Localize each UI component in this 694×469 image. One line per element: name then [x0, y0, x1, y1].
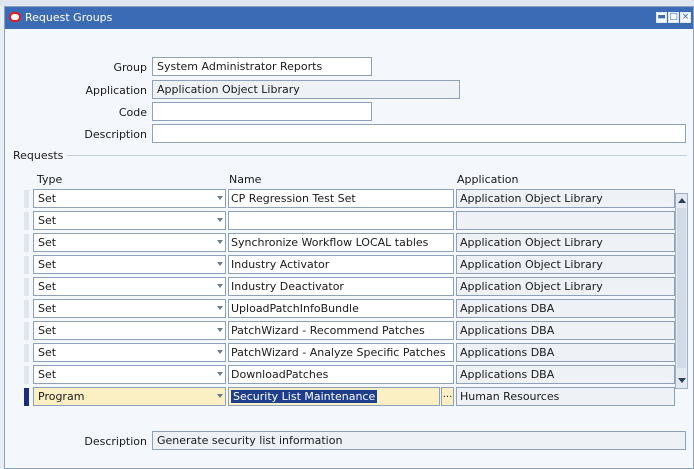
application-cell: Applications DBA — [456, 299, 675, 318]
row-indicator[interactable] — [24, 344, 29, 362]
type-select[interactable]: Set — [33, 365, 226, 384]
type-value: Program — [38, 390, 85, 403]
type-select[interactable]: Set — [33, 321, 226, 340]
application-cell: Application Object Library — [456, 277, 675, 296]
chevron-down-icon[interactable] — [217, 306, 223, 310]
type-select[interactable]: Program — [33, 387, 226, 406]
request-description-field[interactable]: Generate security list information — [152, 431, 686, 450]
close-icon[interactable]: × — [680, 12, 691, 23]
scrollbar-thumb[interactable] — [677, 208, 686, 368]
application-cell: Applications DBA — [456, 343, 675, 362]
application-label: Application — [85, 84, 147, 97]
name-field[interactable]: DownloadPatches — [228, 365, 454, 384]
application-cell: Application Object Library — [456, 233, 675, 252]
name-field[interactable]: CP Regression Test Set — [228, 189, 454, 208]
application-cell: Applications DBA — [456, 321, 675, 340]
name-field[interactable] — [228, 211, 454, 230]
type-value: Set — [38, 302, 57, 315]
chevron-down-icon[interactable] — [217, 372, 223, 376]
scroll-up-icon[interactable] — [678, 198, 686, 203]
chevron-down-icon[interactable] — [217, 284, 223, 288]
row-indicator[interactable] — [24, 366, 29, 384]
type-select[interactable]: Set — [33, 233, 226, 252]
maximize-icon[interactable]: □ — [668, 12, 679, 23]
name-field[interactable]: Synchronize Workflow LOCAL tables — [228, 233, 454, 252]
oracle-icon — [9, 12, 21, 22]
row-indicator[interactable] — [24, 190, 29, 208]
type-value: Set — [38, 192, 57, 205]
row-indicator[interactable] — [24, 212, 29, 230]
chevron-down-icon[interactable] — [217, 240, 223, 244]
chevron-down-icon[interactable] — [217, 196, 223, 200]
selected-text: Security List Maintenance — [231, 390, 378, 403]
chevron-down-icon[interactable] — [217, 218, 223, 222]
row-indicator[interactable] — [24, 256, 29, 274]
list-of-values-button[interactable]: ... — [441, 387, 454, 406]
window-title: Request Groups — [25, 11, 113, 24]
type-select[interactable]: Set — [33, 343, 226, 362]
chevron-down-icon[interactable] — [217, 262, 223, 266]
name-column-header: Name — [229, 173, 262, 186]
type-select[interactable]: Set — [33, 211, 226, 230]
name-field[interactable]: PatchWizard - Recommend Patches — [228, 321, 454, 340]
application-cell: Application Object Library — [456, 255, 675, 274]
type-value: Set — [38, 236, 57, 249]
code-field[interactable] — [152, 102, 372, 121]
row-indicator[interactable] — [24, 234, 29, 252]
scroll-down-icon[interactable] — [678, 378, 686, 383]
requests-section-label: Requests — [13, 149, 64, 162]
request-description-label: Description — [84, 435, 147, 448]
row-indicator[interactable] — [24, 300, 29, 318]
request-groups-window: Request Groups ▬ □ × Group System Admini… — [4, 6, 694, 469]
description-field[interactable] — [152, 124, 686, 143]
name-field[interactable]: Industry Activator — [228, 255, 454, 274]
section-divider — [67, 155, 687, 156]
application-column-header: Application — [457, 173, 519, 186]
name-field[interactable]: Industry Deactivator — [228, 277, 454, 296]
type-value: Set — [38, 214, 57, 227]
application-cell: Human Resources — [456, 387, 675, 406]
type-column-header: Type — [37, 173, 63, 186]
type-select[interactable]: Set — [33, 255, 226, 274]
application-cell: Application Object Library — [456, 189, 675, 208]
type-select[interactable]: Set — [33, 189, 226, 208]
chevron-down-icon[interactable] — [217, 350, 223, 354]
name-field[interactable]: Security List Maintenance — [228, 387, 440, 406]
type-value: Set — [38, 368, 57, 381]
minimize-icon[interactable]: ▬ — [656, 12, 667, 23]
group-label: Group — [113, 61, 148, 74]
chevron-down-icon[interactable] — [217, 328, 223, 332]
application-field[interactable]: Application Object Library — [152, 80, 460, 99]
type-value: Set — [38, 280, 57, 293]
type-value: Set — [38, 346, 57, 359]
description-label: Description — [84, 128, 147, 141]
name-field[interactable]: UploadPatchInfoBundle — [228, 299, 454, 318]
code-label: Code — [118, 106, 147, 119]
title-bar: Request Groups ▬ □ × — [5, 7, 693, 29]
chevron-down-icon[interactable] — [217, 394, 223, 398]
type-value: Set — [38, 324, 57, 337]
group-field[interactable]: System Administrator Reports — [152, 57, 372, 76]
application-cell — [456, 211, 675, 230]
type-select[interactable]: Set — [33, 299, 226, 318]
row-indicator[interactable] — [24, 278, 29, 296]
vertical-scrollbar[interactable] — [675, 193, 688, 389]
application-cell: Applications DBA — [456, 365, 675, 384]
type-select[interactable]: Set — [33, 277, 226, 296]
name-field[interactable]: PatchWizard - Analyze Specific Patches — [228, 343, 454, 362]
type-value: Set — [38, 258, 57, 271]
row-indicator[interactable] — [24, 322, 29, 340]
current-row-indicator[interactable] — [24, 388, 29, 406]
